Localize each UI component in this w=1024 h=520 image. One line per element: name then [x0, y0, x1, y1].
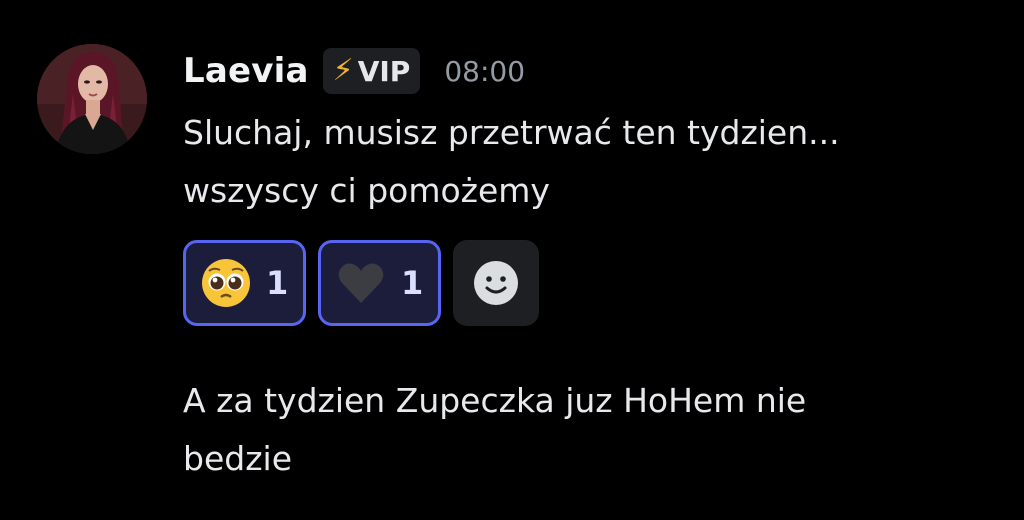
- message-2: A za tydzien Zupeczka juz HoHem nie bedz…: [183, 372, 1003, 488]
- message-text-line: Sluchaj, musisz przetrwać ten tydzien...: [183, 113, 840, 152]
- author-name[interactable]: Laevia: [183, 51, 309, 91]
- reaction-pleading[interactable]: 1: [183, 240, 306, 326]
- reaction-count: 1: [266, 264, 289, 302]
- reaction-count: 1: [401, 264, 424, 302]
- message-1: Laevia ⚡ VIP 08:00 Sluchaj, musisz przet…: [183, 46, 1003, 326]
- add-reaction-button[interactable]: [453, 240, 539, 326]
- black-heart-icon: [338, 263, 384, 303]
- vip-badge[interactable]: ⚡ VIP: [322, 48, 421, 94]
- lightning-icon: ⚡: [332, 53, 354, 88]
- pleading-face-icon: [202, 259, 250, 307]
- timestamp[interactable]: 08:00: [444, 55, 525, 88]
- chat-view: Laevia ⚡ VIP 08:00 Sluchaj, musisz przet…: [0, 0, 1024, 520]
- badge-label: VIP: [357, 54, 411, 88]
- smiley-add-icon: [474, 261, 518, 305]
- message-text-line: wszyscy ci pomożemy: [183, 171, 550, 210]
- reaction-heart[interactable]: 1: [318, 240, 441, 326]
- avatar-image: [37, 44, 147, 154]
- message-text-line: bedzie: [183, 439, 292, 478]
- reactions-bar: 1 1: [183, 240, 1003, 326]
- message-text-line: A za tydzien Zupeczka juz HoHem nie: [183, 381, 807, 420]
- avatar[interactable]: [37, 44, 147, 154]
- message-header: Laevia ⚡ VIP 08:00: [183, 46, 1003, 96]
